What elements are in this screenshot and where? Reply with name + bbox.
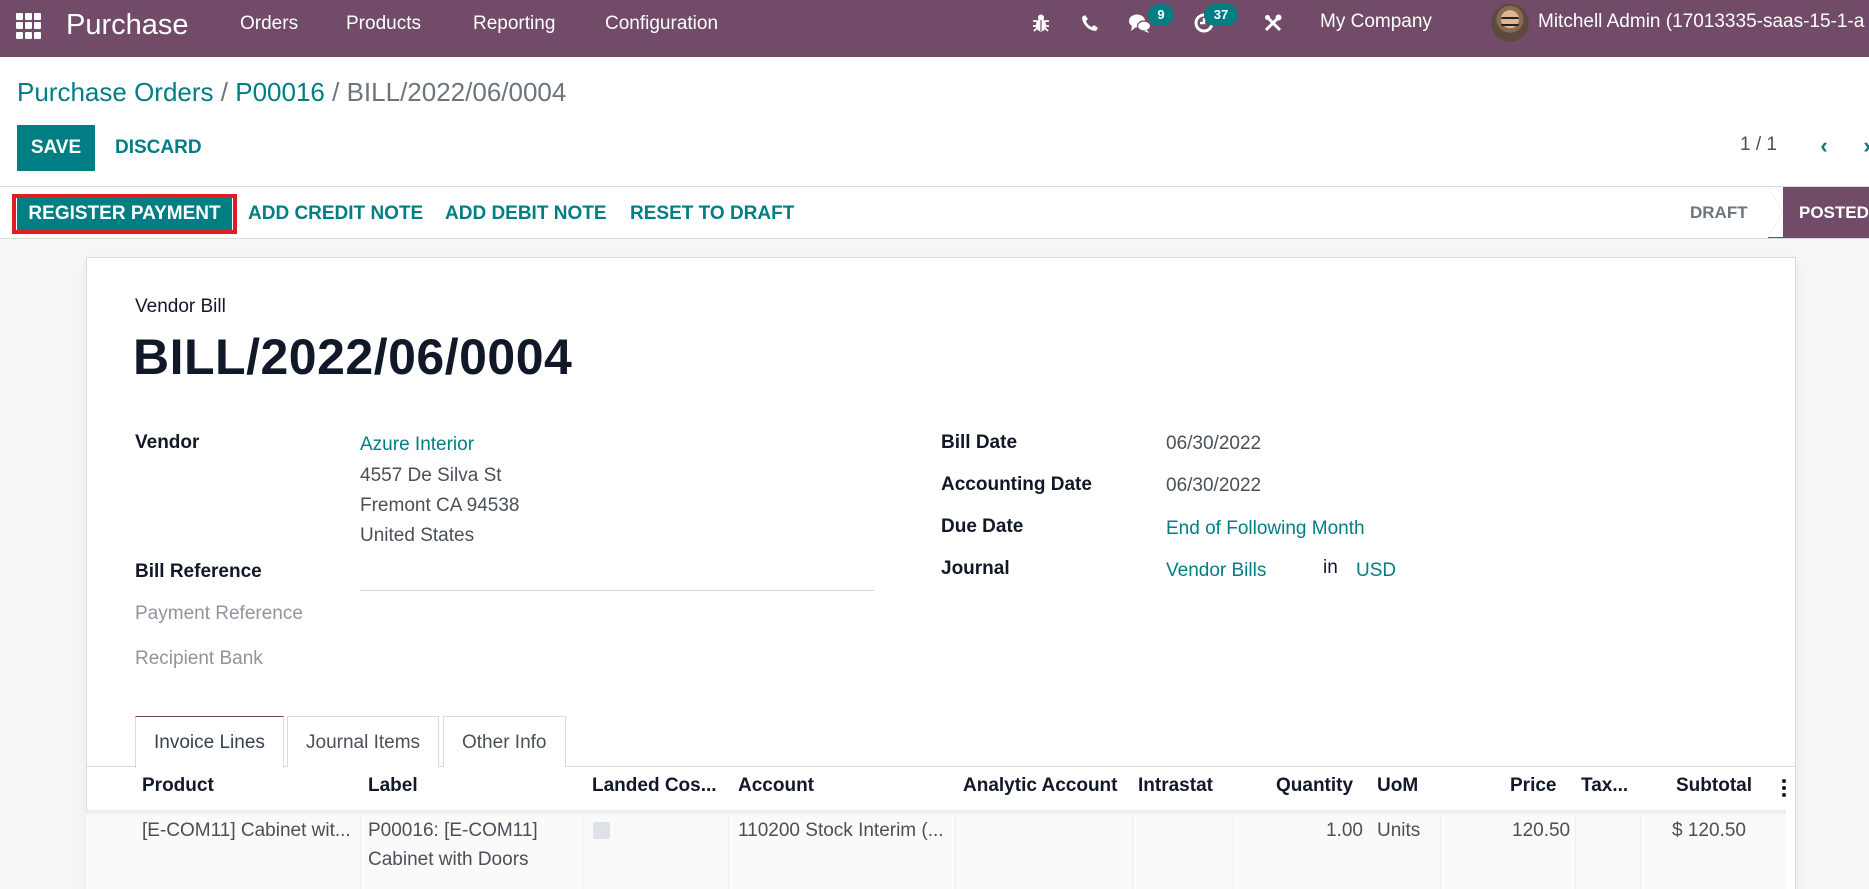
payment-reference-label: Payment Reference [135,603,303,624]
vendor-label: Vendor [135,432,200,453]
stage-arrow [1768,187,1783,237]
company-switcher[interactable]: My Company [1320,11,1432,33]
cell-account[interactable]: 110200 Stock Interim (... [738,820,944,842]
pager-value[interactable]: 1 / 1 [1740,134,1777,156]
column-divider [955,812,956,889]
cell-uom[interactable]: Units [1377,820,1420,842]
stage-posted: POSTED [1768,187,1869,238]
column-divider [582,812,583,889]
journal-field[interactable]: Vendor Bills [1166,560,1266,582]
tab-other-info[interactable]: Other Info [443,716,566,767]
messages-badge: 9 [1148,4,1174,26]
due-date-field[interactable]: End of Following Month [1166,518,1365,540]
avatar[interactable] [1491,4,1529,42]
column-header-account[interactable]: Account [738,775,814,797]
column-header-analytic-account[interactable]: Analytic Account [963,775,1118,797]
menu-reporting[interactable]: Reporting [473,12,555,36]
header-shadow [86,810,1786,816]
journal-in-text: in [1323,557,1338,578]
column-header-intrastat[interactable]: Intrastat [1138,775,1213,797]
breadcrumb-separator: / [220,77,228,107]
top-navbar: Purchase Orders Products Reporting Confi… [0,0,1869,57]
bill-date-field[interactable]: 06/30/2022 [1166,433,1261,455]
column-header-quantity[interactable]: Quantity [1276,775,1353,797]
settings-tools-icon[interactable] [1261,10,1285,36]
recipient-bank-label: Recipient Bank [135,648,263,669]
column-divider [360,812,361,889]
breadcrumb: Purchase Orders / P00016 / BILL/2022/06/… [17,76,566,108]
cell-label-line2[interactable]: Cabinet with Doors [368,849,529,871]
menu-orders[interactable]: Orders [240,12,298,36]
accounting-date-label: Accounting Date [941,474,1092,495]
tab-invoice-lines[interactable]: Invoice Lines [135,716,284,768]
cell-subtotal: $ 120.50 [1672,820,1746,841]
register-payment-button[interactable]: REGISTER PAYMENT [17,197,232,231]
menu-products[interactable]: Products [346,12,421,36]
add-debit-note-button[interactable]: ADD DEBIT NOTE [445,199,607,229]
add-credit-note-button[interactable]: ADD CREDIT NOTE [248,199,423,229]
page-title: BILL/2022/06/0004 [133,329,573,385]
breadcrumb-current: BILL/2022/06/0004 [346,77,567,107]
bill-reference-underline [360,590,874,591]
chevron-left-icon[interactable]: ‹ [1814,132,1834,160]
menu-configuration[interactable]: Configuration [605,12,718,36]
column-divider [1640,812,1641,889]
user-menu[interactable]: Mitchell Admin (17013335-saas-15-1-a [1538,11,1864,33]
due-date-label: Due Date [941,516,1024,537]
app-name[interactable]: Purchase [66,7,189,43]
vendor-address-line: 4557 De Silva St [360,465,502,486]
cell-product[interactable]: [E-COM11] Cabinet wit... [142,820,351,842]
breadcrumb-purchase-orders[interactable]: Purchase Orders [17,77,214,107]
accounting-date-field[interactable]: 06/30/2022 [1166,475,1261,497]
column-divider [728,812,729,889]
debug-icon[interactable] [1029,10,1053,36]
bill-reference-label: Bill Reference [135,561,262,582]
activities-badge: 37 [1204,4,1238,26]
cell-quantity[interactable]: 1.00 [1326,820,1363,842]
cell-price[interactable]: 120.50 [1512,820,1570,842]
document-type: Vendor Bill [135,296,226,317]
tab-journal-items[interactable]: Journal Items [287,716,440,767]
column-header-subtotal[interactable]: Subtotal [1676,775,1752,797]
status-bar: REGISTER PAYMENT ADD CREDIT NOTE ADD DEB… [0,186,1869,239]
column-divider [1132,812,1133,889]
vendor-address-line: Fremont CA 94538 [360,495,520,516]
stage-draft: DRAFT [1690,203,1748,222]
column-divider [1575,812,1576,889]
save-button[interactable]: SAVE [17,125,95,171]
bill-reference-input[interactable] [360,561,874,589]
optional-columns-icon[interactable] [1782,779,1786,799]
column-header-uom[interactable]: UoM [1377,775,1418,797]
vendor-link[interactable]: Azure Interior [360,434,474,456]
column-header-taxes[interactable]: Tax... [1581,775,1628,797]
breadcrumb-separator: / [332,77,340,107]
breadcrumb-po[interactable]: P00016 [235,77,325,107]
reset-to-draft-button[interactable]: RESET TO DRAFT [630,199,794,229]
phone-icon[interactable] [1078,10,1102,36]
discard-button[interactable]: DISCARD [105,125,212,171]
column-header-landed-cost[interactable]: Landed Cos... [592,775,717,797]
column-header-price[interactable]: Price [1510,775,1556,797]
column-divider [1233,812,1234,889]
app-menu-icon[interactable] [16,11,44,39]
vendor-address-line: United States [360,525,475,546]
column-divider [1440,812,1441,889]
column-header-label[interactable]: Label [368,775,418,797]
journal-label: Journal [941,558,1010,579]
cell-label[interactable]: P00016: [E-COM11] [368,820,538,842]
landed-cost-checkbox[interactable] [593,822,610,839]
chevron-right-icon[interactable]: › [1857,132,1869,160]
bill-date-label: Bill Date [941,432,1018,453]
column-header-product[interactable]: Product [142,775,214,797]
currency-field[interactable]: USD [1356,560,1396,582]
